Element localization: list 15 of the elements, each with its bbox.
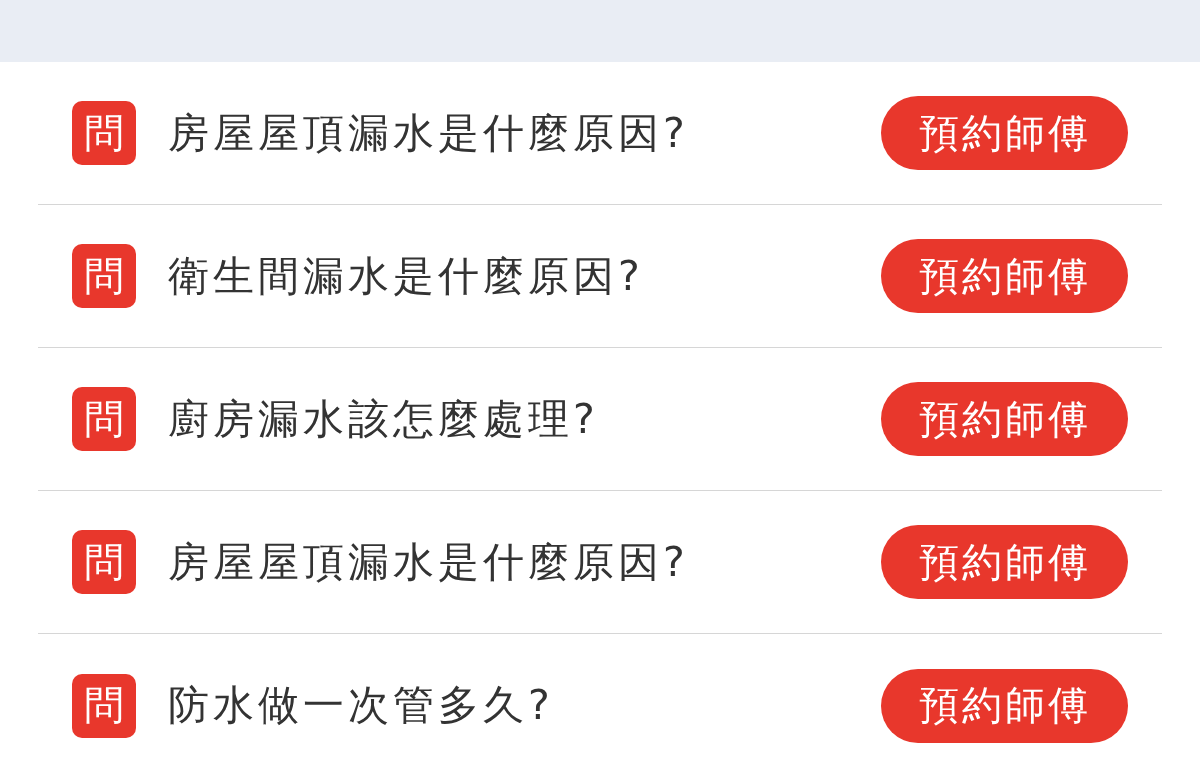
question-text[interactable]: 廚房漏水該怎麼處理? xyxy=(168,391,881,447)
question-badge: 問 xyxy=(72,244,136,308)
question-badge: 問 xyxy=(72,673,136,738)
question-badge: 問 xyxy=(72,530,136,594)
book-master-button[interactable]: 預約師傅 xyxy=(881,525,1128,599)
book-master-button[interactable]: 預約師傅 xyxy=(881,239,1128,313)
book-master-button[interactable]: 預約師傅 xyxy=(881,668,1128,743)
question-text[interactable]: 衛生間漏水是什麼原因? xyxy=(168,248,881,304)
question-badge: 問 xyxy=(72,387,136,451)
book-master-button[interactable]: 預約師傅 xyxy=(881,96,1128,170)
question-text[interactable]: 防水做一次管多久? xyxy=(168,678,881,733)
question-text[interactable]: 房屋屋頂漏水是什麼原因? xyxy=(168,105,881,161)
question-badge: 問 xyxy=(72,101,136,165)
book-master-button[interactable]: 預約師傅 xyxy=(881,382,1128,456)
question-text[interactable]: 房屋屋頂漏水是什麼原因? xyxy=(168,534,881,590)
